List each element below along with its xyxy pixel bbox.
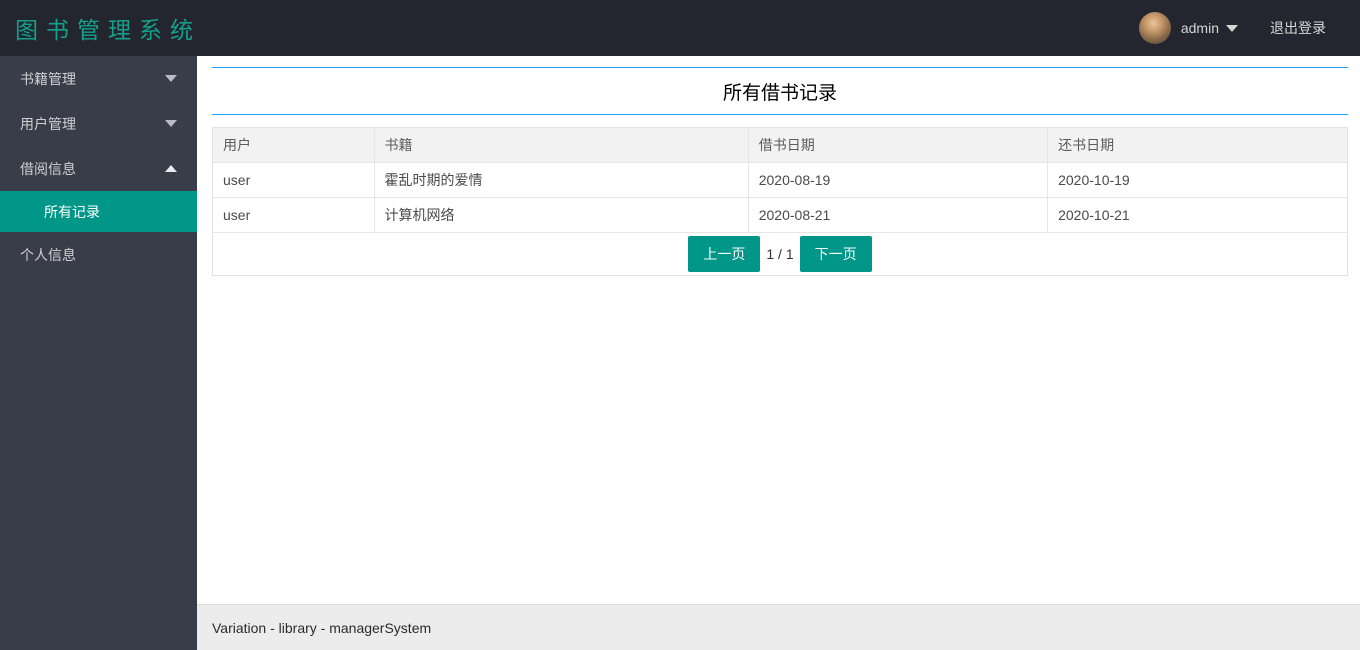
cell-book: 计算机网络 (374, 197, 749, 233)
chevron-down-icon (165, 120, 177, 127)
prev-page-button[interactable]: 上一页 (688, 236, 761, 272)
sidebar-subitem-label: 所有记录 (44, 203, 100, 220)
cell-user: user (213, 162, 375, 198)
next-page-button[interactable]: 下一页 (799, 236, 872, 272)
user-avatar[interactable] (1138, 12, 1171, 44)
page-title: 所有借书记录 (722, 82, 837, 104)
top-header: 图书管理系统 admin 退出登录 (0, 0, 1360, 56)
header-right: admin 退出登录 (1138, 12, 1360, 44)
cell-book: 霍乱时期的爱情 (374, 162, 749, 198)
cell-user: user (213, 197, 375, 233)
cell-borrow-date: 2020-08-21 (748, 197, 1049, 233)
pagination: 上一页 1 / 1 下一页 (213, 233, 1347, 275)
page-indicator: 1 / 1 (766, 246, 794, 262)
cell-return-date: 2020-10-19 (1047, 162, 1347, 198)
sidebar-item-label: 用户管理 (20, 115, 76, 132)
column-header-borrow-date: 借书日期 (748, 128, 1049, 163)
chevron-down-icon (165, 75, 177, 82)
sidebar-item-label: 借阅信息 (20, 160, 76, 177)
records-table: 用户 书籍 借书日期 还书日期 user 霍乱时期的爱情 2020-08-19 … (213, 128, 1347, 233)
cell-return-date: 2020-10-21 (1047, 197, 1347, 233)
records-table-container: 用户 书籍 借书日期 还书日期 user 霍乱时期的爱情 2020-08-19 … (212, 127, 1348, 276)
chevron-up-icon (165, 165, 177, 172)
column-header-user: 用户 (213, 128, 375, 163)
page-body: 书籍管理 用户管理 借阅信息 所有记录 个人信息 所有借书记录 用户 书籍 借书… (0, 56, 1360, 650)
app-title: 图书管理系统 (15, 17, 201, 43)
table-row: user 霍乱时期的爱情 2020-08-19 2020-10-19 (213, 162, 1347, 198)
table-row: user 计算机网络 2020-08-21 2020-10-21 (213, 197, 1347, 233)
column-header-book: 书籍 (374, 128, 749, 163)
sidebar-item-label: 书籍管理 (20, 70, 76, 87)
username-label: admin (1180, 20, 1219, 36)
sidebar-item-borrow-info[interactable]: 借阅信息 (0, 146, 197, 191)
sidebar: 书籍管理 用户管理 借阅信息 所有记录 个人信息 (0, 56, 197, 650)
cell-borrow-date: 2020-08-19 (748, 162, 1049, 198)
footer: Variation - library - managerSystem (197, 604, 1360, 650)
sidebar-item-books[interactable]: 书籍管理 (0, 56, 197, 101)
chevron-down-icon (1226, 24, 1238, 32)
sidebar-item-users[interactable]: 用户管理 (0, 101, 197, 146)
page-title-panel: 所有借书记录 (212, 67, 1348, 115)
sidebar-subitem-all-records[interactable]: 所有记录 (0, 191, 197, 232)
logout-button[interactable]: 退出登录 (1270, 18, 1326, 38)
footer-text: Variation - library - managerSystem (212, 619, 432, 636)
user-menu[interactable]: admin (1181, 20, 1238, 36)
table-header-row: 用户 书籍 借书日期 还书日期 (213, 128, 1347, 163)
column-header-return-date: 还书日期 (1047, 128, 1347, 163)
main-content: 所有借书记录 用户 书籍 借书日期 还书日期 user 霍乱时期的爱情 2020… (197, 56, 1360, 650)
sidebar-item-profile[interactable]: 个人信息 (0, 232, 197, 277)
sidebar-item-label: 个人信息 (20, 246, 76, 263)
